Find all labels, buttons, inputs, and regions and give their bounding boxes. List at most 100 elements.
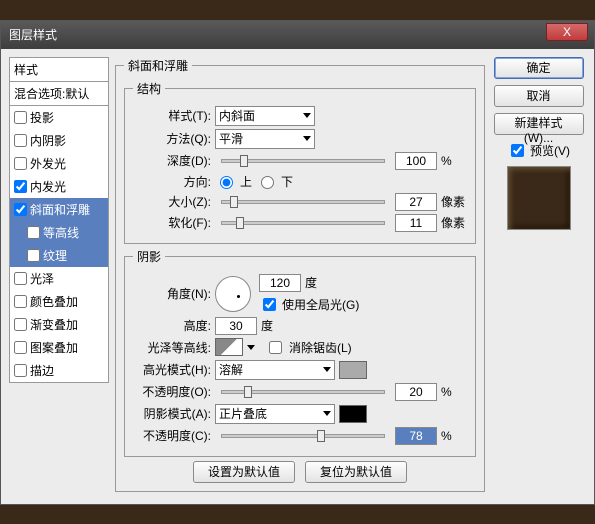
- angle-dial[interactable]: [215, 276, 251, 312]
- style-checkbox[interactable]: [14, 272, 27, 285]
- highlight-color-swatch[interactable]: [339, 361, 367, 379]
- style-label: 内阴影: [30, 132, 66, 149]
- window-title: 图层样式: [9, 26, 57, 43]
- technique-select[interactable]: 平滑: [215, 129, 315, 149]
- depth-input[interactable]: 100: [395, 152, 437, 170]
- soften-input[interactable]: 11: [395, 214, 437, 232]
- direction-down-radio[interactable]: [261, 176, 274, 189]
- main-title: 斜面和浮雕: [124, 57, 192, 74]
- style-checkbox[interactable]: [27, 249, 40, 262]
- style-select[interactable]: 内斜面: [215, 106, 315, 126]
- px-unit: 像素: [441, 193, 467, 210]
- shadow-color-swatch[interactable]: [339, 405, 367, 423]
- style-row-描边[interactable]: 描边: [10, 359, 108, 382]
- style-label: 样式(T):: [133, 107, 211, 124]
- shadow-opacity-input[interactable]: 78: [395, 427, 437, 445]
- style-row-渐变叠加[interactable]: 渐变叠加: [10, 313, 108, 336]
- deg-unit: 度: [261, 317, 273, 334]
- style-checkbox[interactable]: [14, 157, 27, 170]
- settings-panel: 斜面和浮雕 结构 样式(T): 内斜面 方法(Q): 平滑 深度(D): 100: [115, 57, 485, 496]
- style-row-纹理[interactable]: 纹理: [10, 244, 108, 267]
- antialias-label: 消除锯齿(L): [289, 339, 352, 356]
- style-row-斜面和浮雕[interactable]: 斜面和浮雕: [10, 198, 108, 221]
- style-checkbox[interactable]: [14, 203, 27, 216]
- style-label: 斜面和浮雕: [30, 201, 90, 218]
- preview-swatch: [507, 166, 571, 230]
- style-checkbox[interactable]: [14, 180, 27, 193]
- preview-checkbox[interactable]: [511, 144, 524, 157]
- highlight-mode-label: 高光模式(H):: [133, 361, 211, 378]
- antialias-checkbox[interactable]: [269, 341, 282, 354]
- style-checkbox[interactable]: [14, 318, 27, 331]
- blend-options-row[interactable]: 混合选项:默认: [9, 82, 109, 106]
- size-label: 大小(Z):: [133, 193, 211, 210]
- global-light-checkbox[interactable]: [263, 298, 276, 311]
- preview-label: 预览(V): [530, 142, 570, 159]
- highlight-opacity-slider[interactable]: [221, 390, 385, 394]
- style-row-投影[interactable]: 投影: [10, 106, 108, 129]
- style-label: 渐变叠加: [30, 316, 78, 333]
- style-label: 图案叠加: [30, 339, 78, 356]
- chevron-down-icon: [303, 113, 311, 118]
- shadow-opacity-label: 不透明度(C):: [133, 427, 211, 444]
- direction-label: 方向:: [133, 173, 211, 190]
- shadow-mode-select[interactable]: 正片叠底: [215, 404, 335, 424]
- shading-legend: 阴影: [133, 248, 165, 265]
- style-label: 外发光: [30, 155, 66, 172]
- highlight-mode-select[interactable]: 溶解: [215, 360, 335, 380]
- depth-slider[interactable]: [221, 159, 385, 163]
- size-slider[interactable]: [221, 200, 385, 204]
- global-light-label: 使用全局光(G): [282, 296, 359, 313]
- shadow-opacity-slider[interactable]: [221, 434, 385, 438]
- style-list-panel: 样式 混合选项:默认 投影内阴影外发光内发光斜面和浮雕等高线纹理光泽颜色叠加渐变…: [9, 57, 109, 496]
- px-unit: 像素: [441, 214, 467, 231]
- style-label: 颜色叠加: [30, 293, 78, 310]
- chevron-down-icon[interactable]: [247, 345, 255, 350]
- new-style-button[interactable]: 新建样式(W)...: [494, 113, 584, 135]
- deg-unit: 度: [305, 274, 317, 291]
- close-button[interactable]: X: [546, 23, 588, 41]
- angle-input[interactable]: 120: [259, 274, 301, 292]
- pct-unit: %: [441, 154, 467, 168]
- style-checkbox[interactable]: [14, 134, 27, 147]
- highlight-opacity-input[interactable]: 20: [395, 383, 437, 401]
- size-input[interactable]: 27: [395, 193, 437, 211]
- style-row-图案叠加[interactable]: 图案叠加: [10, 336, 108, 359]
- style-label: 光泽: [30, 270, 54, 287]
- style-row-颜色叠加[interactable]: 颜色叠加: [10, 290, 108, 313]
- technique-label: 方法(Q):: [133, 130, 211, 147]
- style-row-等高线[interactable]: 等高线: [10, 221, 108, 244]
- cancel-button[interactable]: 取消: [494, 85, 584, 107]
- style-label: 投影: [30, 109, 54, 126]
- style-row-内发光[interactable]: 内发光: [10, 175, 108, 198]
- soften-label: 软化(F):: [133, 214, 211, 231]
- gloss-contour-label: 光泽等高线:: [133, 339, 211, 356]
- direction-up-radio[interactable]: [220, 176, 233, 189]
- make-default-button[interactable]: 设置为默认值: [193, 461, 295, 483]
- chevron-down-icon: [303, 136, 311, 141]
- style-row-光泽[interactable]: 光泽: [10, 267, 108, 290]
- highlight-opacity-label: 不透明度(O):: [133, 383, 211, 400]
- gloss-contour-picker[interactable]: [215, 338, 243, 356]
- depth-label: 深度(D):: [133, 152, 211, 169]
- titlebar[interactable]: 图层样式 X: [1, 21, 594, 49]
- structure-group: 结构 样式(T): 内斜面 方法(Q): 平滑 深度(D): 100 %: [124, 80, 476, 244]
- right-panel: 确定 取消 新建样式(W)... 预览(V): [491, 57, 586, 496]
- style-list-header[interactable]: 样式: [9, 57, 109, 82]
- soften-slider[interactable]: [221, 221, 385, 225]
- style-row-外发光[interactable]: 外发光: [10, 152, 108, 175]
- chevron-down-icon: [323, 411, 331, 416]
- style-checkbox[interactable]: [14, 295, 27, 308]
- style-row-内阴影[interactable]: 内阴影: [10, 129, 108, 152]
- style-label: 内发光: [30, 178, 66, 195]
- style-checkbox[interactable]: [14, 364, 27, 377]
- altitude-input[interactable]: 30: [215, 317, 257, 335]
- style-checkbox[interactable]: [14, 111, 27, 124]
- ok-button[interactable]: 确定: [494, 57, 584, 79]
- altitude-label: 高度:: [133, 317, 211, 334]
- style-checkbox[interactable]: [27, 226, 40, 239]
- structure-legend: 结构: [133, 80, 165, 97]
- style-checkbox[interactable]: [14, 341, 27, 354]
- main-group: 斜面和浮雕 结构 样式(T): 内斜面 方法(Q): 平滑 深度(D): 100: [115, 57, 485, 492]
- reset-default-button[interactable]: 复位为默认值: [305, 461, 407, 483]
